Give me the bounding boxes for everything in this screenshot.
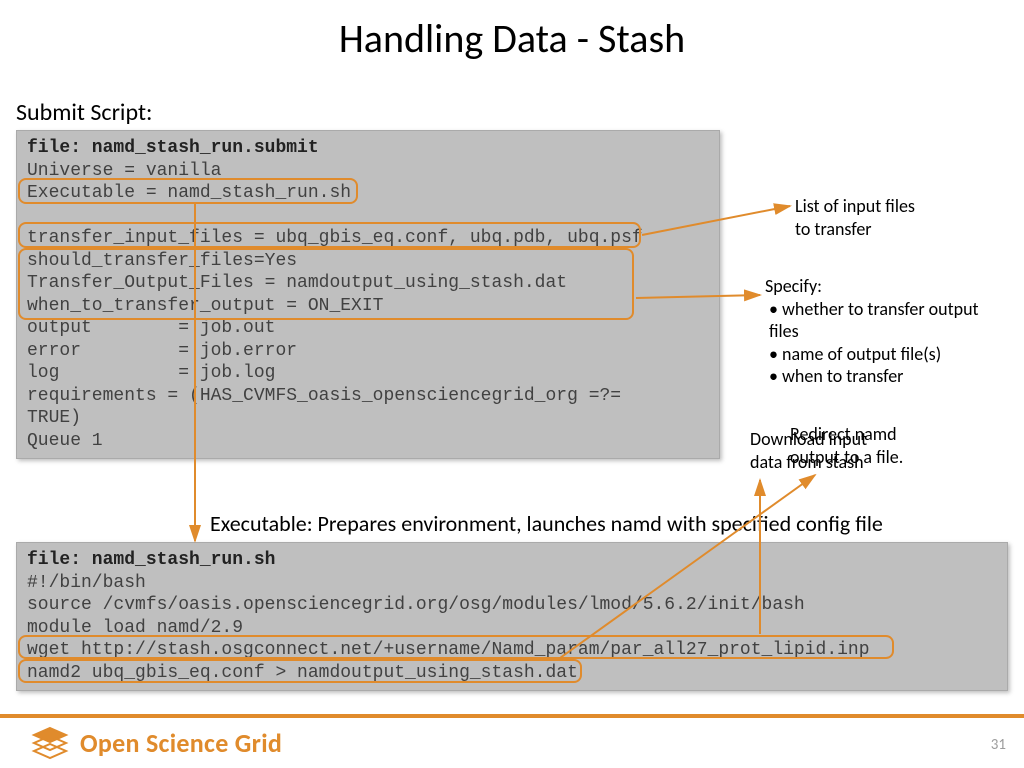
annot-specify-item-2: name of output file(s) [769, 343, 1005, 366]
file-label-1: file: namd_stash_run.submit [27, 138, 319, 158]
file-label-2: file: namd_stash_run.sh [27, 550, 275, 570]
annot-specify-item-3: when to transfer [769, 365, 1005, 388]
logo-icon [30, 726, 70, 760]
codeblock-sh: file: namd_stash_run.sh #!/bin/bash sour… [16, 542, 1008, 691]
footer: Open Science Grid [0, 718, 1024, 768]
annot-specify: Specify: whether to transfer output file… [765, 275, 1005, 388]
annot-specify-heading: Specify: [765, 275, 1005, 298]
sh-script-content: #!/bin/bash source /cvmfs/oasis.openscie… [27, 573, 870, 683]
annot-input-files: List of input files to transfer [795, 195, 915, 240]
brand-text: Open Science Grid [80, 727, 282, 759]
page-number: 31 [991, 736, 1006, 754]
annot-redirect: Redirect namd output to a file. [790, 423, 903, 468]
submit-script-label: Submit Script: [16, 98, 152, 127]
executable-note: Executable: Prepares environment, launch… [210, 510, 883, 537]
submit-script-content: Universe = vanilla Executable = namd_sta… [27, 161, 643, 451]
annot-specify-item-1: whether to transfer output files [769, 298, 1005, 343]
slide-title: Handling Data - Stash [0, 0, 1024, 63]
codeblock-submit: file: namd_stash_run.submit Universe = v… [16, 130, 720, 459]
